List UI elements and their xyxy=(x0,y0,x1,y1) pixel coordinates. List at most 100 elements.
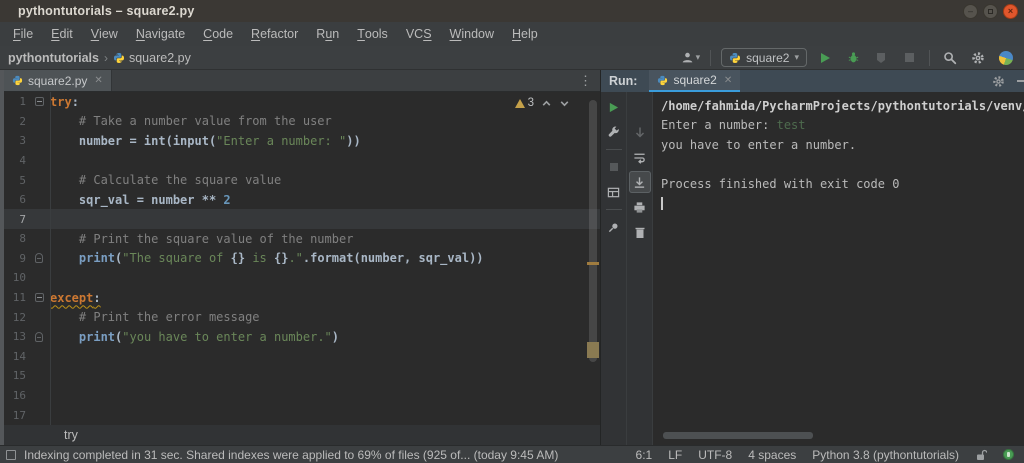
code-line-1[interactable]: 1 try: xyxy=(4,92,600,112)
status-item-1[interactable]: 6:1 xyxy=(636,448,653,462)
settings-gear-icon[interactable] xyxy=(968,48,988,68)
line-number[interactable]: 8 xyxy=(4,232,28,245)
code-line-12[interactable]: 12 # Print the error message xyxy=(4,307,600,327)
run-settings-gear-icon[interactable] xyxy=(992,75,1005,88)
line-number[interactable]: 1 xyxy=(4,95,28,108)
code-editor[interactable]: 1 try: 2 # Take a number value from the us… xyxy=(4,92,600,425)
rerun-button[interactable] xyxy=(603,96,625,118)
next-warning-chevron-down-icon[interactable] xyxy=(559,98,570,109)
menu-view[interactable]: View xyxy=(82,22,127,46)
line-number[interactable]: 12 xyxy=(4,311,28,324)
line-number[interactable]: 4 xyxy=(4,154,28,167)
breadcrumb-file[interactable]: square2.py xyxy=(129,51,191,65)
editor-scrollbar[interactable] xyxy=(586,92,600,425)
ide-profile-sphere-icon[interactable] xyxy=(996,48,1016,68)
notifications-icon[interactable] xyxy=(1003,449,1014,460)
menu-run[interactable]: Run xyxy=(307,22,348,46)
line-number[interactable]: 13 xyxy=(4,330,28,343)
editor-tab-square2[interactable]: square2.py ✕ xyxy=(4,70,112,91)
line-number[interactable]: 16 xyxy=(4,389,28,402)
code-line-10[interactable]: 10 xyxy=(4,268,600,288)
soft-wrap-icon[interactable] xyxy=(629,146,651,168)
menu-navigate[interactable]: Navigate xyxy=(127,22,194,46)
line-number[interactable]: 11 xyxy=(4,291,28,304)
fold-end-icon[interactable] xyxy=(35,253,43,264)
close-button[interactable]: × xyxy=(1003,3,1018,19)
status-message[interactable]: Indexing completed in 31 sec. Shared ind… xyxy=(24,448,558,462)
run-button[interactable] xyxy=(815,48,835,68)
code-line-13[interactable]: 13 print("you have to enter a number.") xyxy=(4,327,600,347)
line-number[interactable]: 17 xyxy=(4,409,28,422)
fold-collapse-icon[interactable] xyxy=(34,293,44,303)
line-number[interactable]: 14 xyxy=(4,350,28,363)
line-number[interactable]: 10 xyxy=(4,271,28,284)
run-configuration-select[interactable]: square2 ▾ xyxy=(721,48,807,67)
tool-window-toggle-icon[interactable] xyxy=(6,449,16,460)
line-number[interactable]: 6 xyxy=(4,193,28,206)
editor-breadcrumb-bar[interactable]: try xyxy=(4,425,600,445)
menu-file[interactable]: File xyxy=(4,22,42,46)
code-line-3[interactable]: 3 number = int(input("Enter a number: ")… xyxy=(4,131,600,151)
run-tab-square2[interactable]: square2 ✕ xyxy=(649,70,741,92)
menu-window[interactable]: Window xyxy=(441,22,503,46)
maximize-button[interactable] xyxy=(983,3,998,19)
line-number[interactable]: 15 xyxy=(4,369,28,382)
gutter-fold-column[interactable] xyxy=(28,253,50,264)
edit-configuration-wrench-icon[interactable] xyxy=(603,121,625,143)
code-line-11[interactable]: 11 except: xyxy=(4,288,600,308)
tab-close-icon[interactable]: ✕ xyxy=(94,75,102,86)
status-item-3[interactable]: UTF-8 xyxy=(698,448,732,462)
line-number[interactable]: 5 xyxy=(4,174,28,187)
unlock-icon[interactable] xyxy=(975,449,987,461)
code-line-7[interactable]: 7 xyxy=(4,209,600,230)
menu-refactor[interactable]: Refactor xyxy=(242,22,307,46)
menu-edit[interactable]: Edit xyxy=(42,22,82,46)
prev-warning-chevron-up-icon[interactable] xyxy=(541,98,552,109)
line-number[interactable]: 3 xyxy=(4,134,28,147)
line-number[interactable]: 2 xyxy=(4,115,28,128)
run-console[interactable]: /home/fahmida/PycharmProjects/pythontuto… xyxy=(653,92,1024,445)
scrollbar-thumb[interactable] xyxy=(589,100,597,362)
code-line-4[interactable]: 4 xyxy=(4,151,600,171)
fold-collapse-icon[interactable] xyxy=(34,97,44,107)
breadcrumb-context[interactable]: try xyxy=(64,428,78,442)
code-line-15[interactable]: 15 xyxy=(4,366,600,386)
search-everywhere-button[interactable] xyxy=(940,48,960,68)
line-number[interactable]: 9 xyxy=(4,252,28,265)
clear-all-trash-icon[interactable] xyxy=(629,221,651,243)
code-line-5[interactable]: 5 # Calculate the square value xyxy=(4,170,600,190)
tab-options-kebab-icon[interactable]: ⋮ xyxy=(571,70,600,91)
pin-tab-icon[interactable] xyxy=(603,216,625,238)
warning-stripe-marker[interactable] xyxy=(587,262,599,265)
minimize-button[interactable]: – xyxy=(963,3,978,19)
restore-layout-icon[interactable] xyxy=(603,181,625,203)
code-line-6[interactable]: 6 sqr_val = number ** 2 xyxy=(4,190,600,210)
fold-end-icon[interactable] xyxy=(35,331,43,342)
inspection-widget[interactable]: 3 xyxy=(514,97,570,109)
gutter-fold-column[interactable] xyxy=(28,97,50,107)
gutter-fold-column[interactable] xyxy=(28,331,50,342)
status-item-4[interactable]: 4 spaces xyxy=(748,448,796,462)
menu-help[interactable]: Help xyxy=(503,22,547,46)
breadcrumb-project[interactable]: pythontutorials xyxy=(8,51,99,65)
code-line-2[interactable]: 2 # Take a number value from the user xyxy=(4,112,600,132)
scroll-to-end-icon[interactable] xyxy=(628,171,651,193)
code-line-16[interactable]: 16 xyxy=(4,386,600,406)
user-menu-button[interactable]: ▾ xyxy=(681,48,700,68)
console-hscrollbar-thumb[interactable] xyxy=(663,432,813,439)
status-item-2[interactable]: LF xyxy=(668,448,682,462)
code-line-8[interactable]: 8 # Print the square value of the number xyxy=(4,229,600,249)
line-number[interactable]: 7 xyxy=(4,213,28,226)
hide-tool-window-icon[interactable] xyxy=(1016,80,1024,82)
menu-tools[interactable]: Tools xyxy=(348,22,397,46)
code-line-9[interactable]: 9 print("The square of {} is {}.".format… xyxy=(4,249,600,269)
console-caret-line[interactable] xyxy=(661,194,1024,214)
menu-vcs[interactable]: VC S xyxy=(397,22,441,46)
debug-button[interactable] xyxy=(843,48,863,68)
gutter-fold-column[interactable] xyxy=(28,293,50,303)
print-icon[interactable] xyxy=(629,196,651,218)
code-line-14[interactable]: 14 xyxy=(4,347,600,367)
status-item-5[interactable]: Python 3.8 (pythontutorials) xyxy=(812,448,959,462)
menu-code[interactable]: Code xyxy=(194,22,242,46)
selection-stripe-marker[interactable] xyxy=(587,342,599,358)
